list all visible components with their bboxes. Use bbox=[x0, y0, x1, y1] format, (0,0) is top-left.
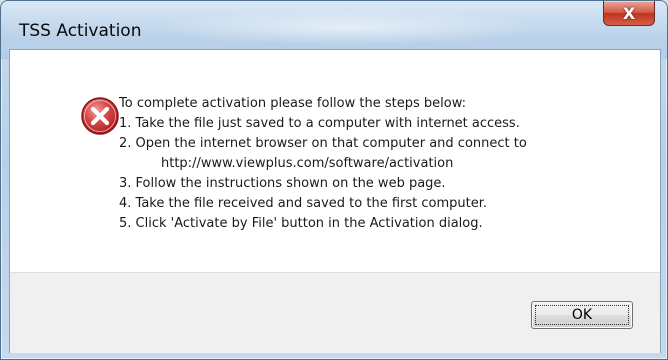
step-5: 5. Click 'Activate by File' button in th… bbox=[119, 216, 483, 231]
close-button[interactable]: X bbox=[603, 1, 655, 26]
instruction-message: To complete activation please follow the… bbox=[119, 94, 649, 234]
close-icon: X bbox=[622, 3, 636, 23]
button-bar: OK bbox=[10, 272, 660, 353]
step-1: 1. Take the file just saved to a compute… bbox=[119, 116, 520, 131]
error-icon bbox=[81, 97, 119, 135]
step-3: 3. Follow the instructions shown on the … bbox=[119, 176, 446, 191]
activation-url: http://www.viewplus.com/software/activat… bbox=[161, 156, 454, 171]
message-area: To complete activation please follow the… bbox=[10, 50, 660, 272]
message-intro: To complete activation please follow the… bbox=[119, 96, 467, 111]
ok-button[interactable]: OK bbox=[531, 301, 633, 329]
step-4: 4. Take the file received and saved to t… bbox=[119, 196, 487, 211]
window-title: TSS Activation bbox=[19, 21, 142, 41]
dialog-client-area: To complete activation please follow the… bbox=[9, 49, 661, 353]
dialog-window: TSS Activation X To complete activation … bbox=[0, 0, 668, 360]
focus-ring bbox=[535, 305, 629, 325]
step-2: 2. Open the internet browser on that com… bbox=[119, 136, 527, 151]
